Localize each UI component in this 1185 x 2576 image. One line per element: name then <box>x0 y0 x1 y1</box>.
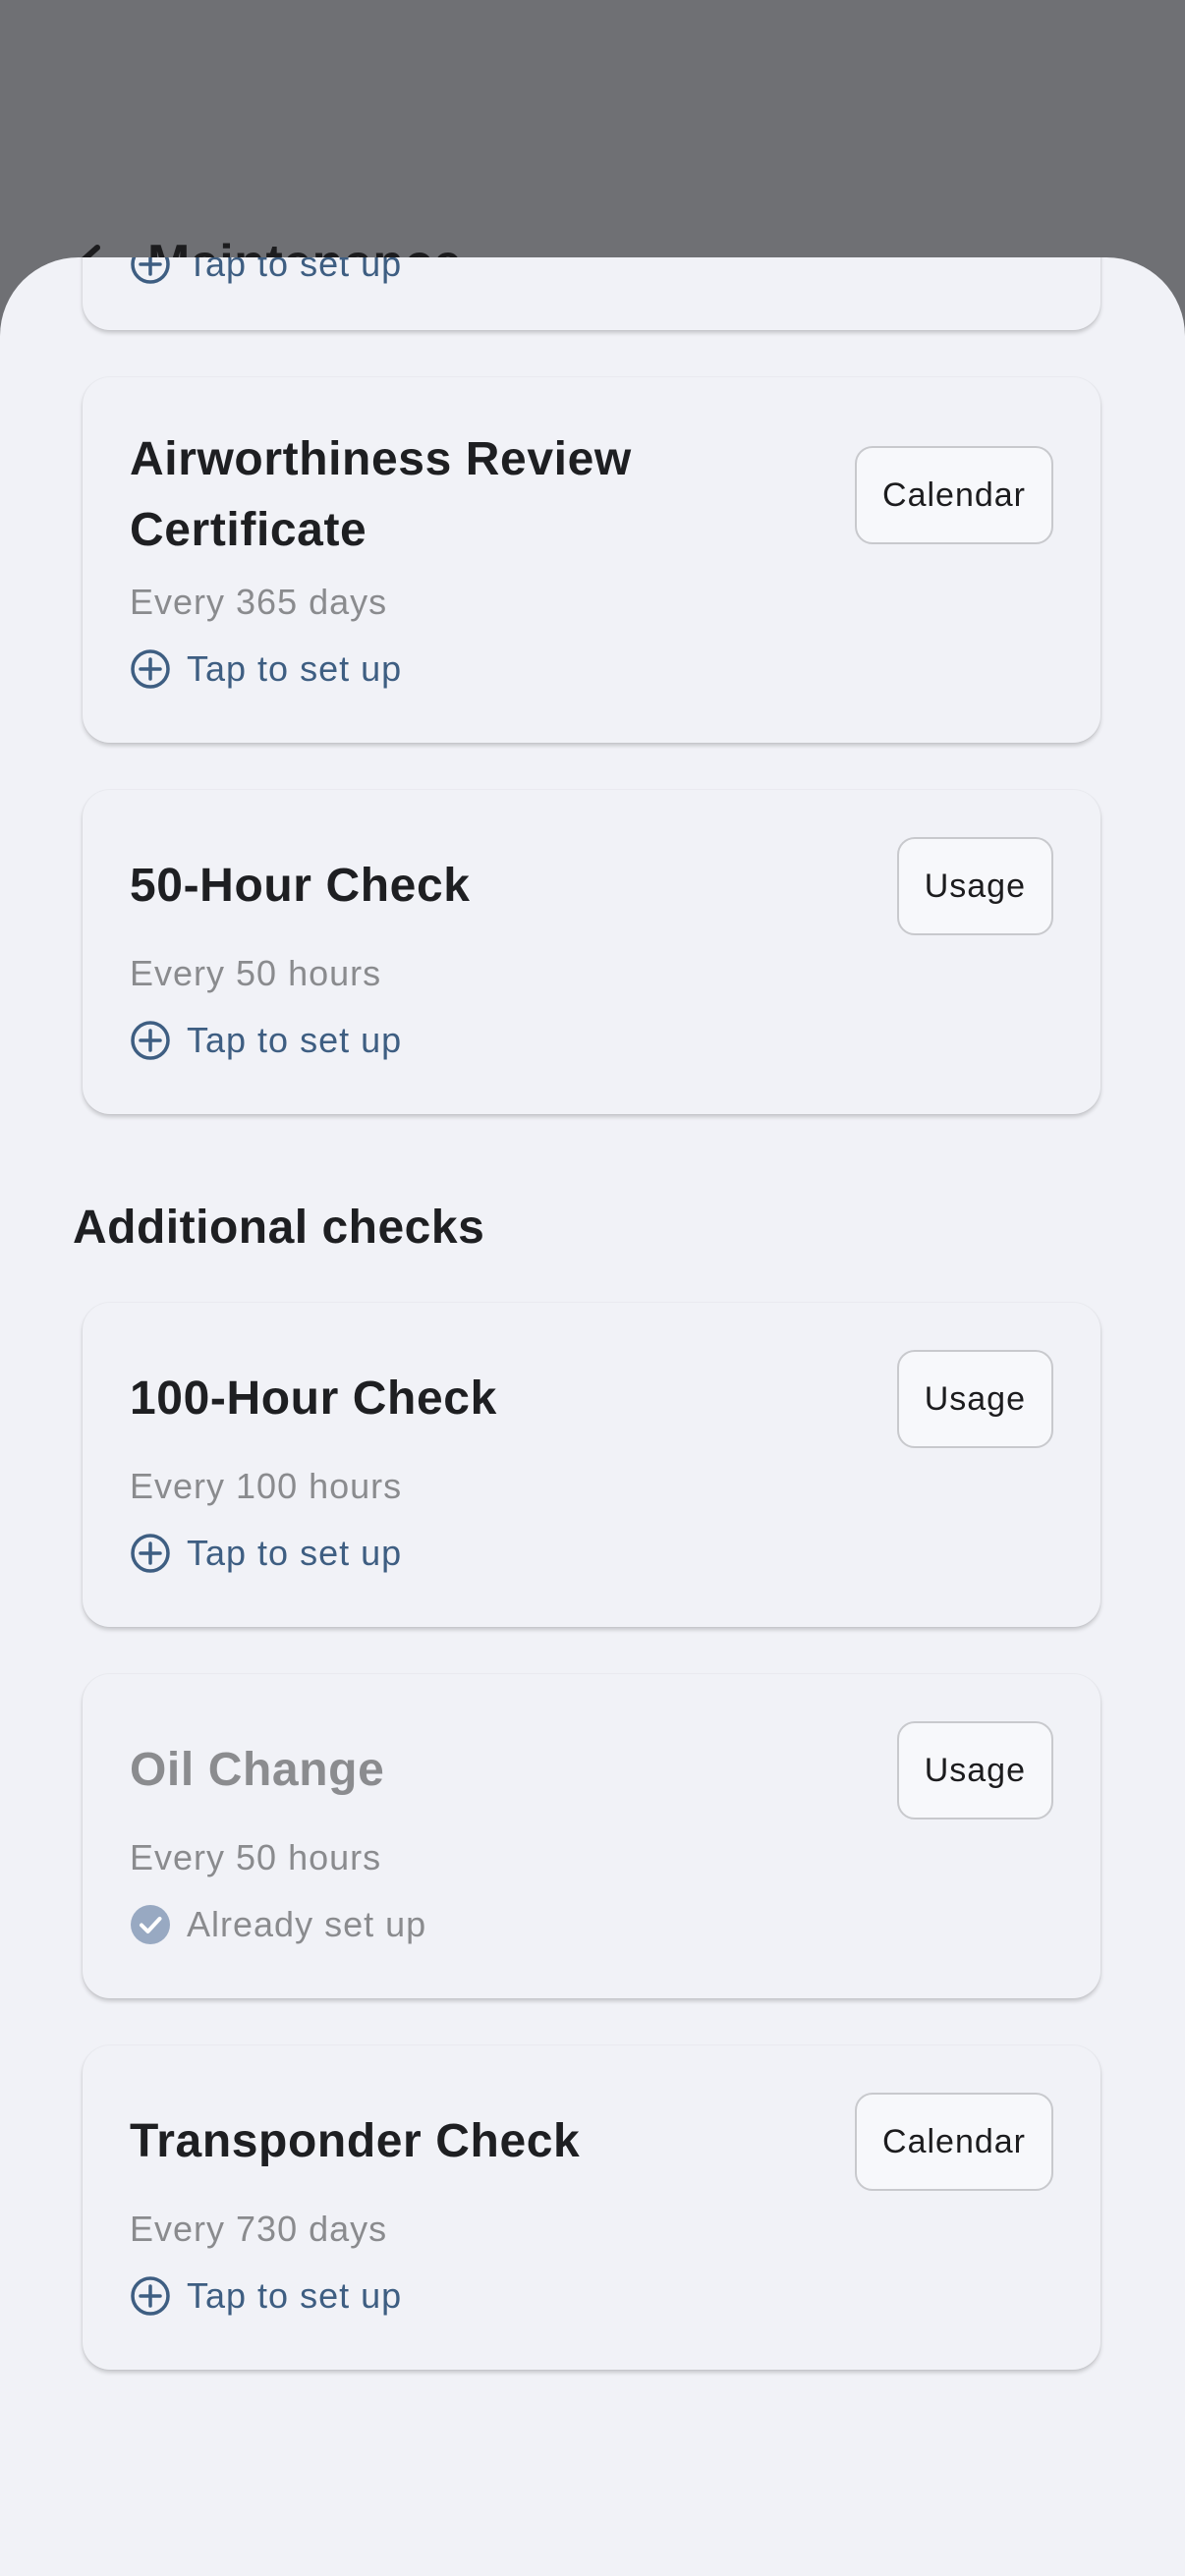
calendar-type-button[interactable]: Calendar <box>855 2093 1053 2191</box>
already-set-up-status: Already set up <box>130 1904 426 1945</box>
bottom-sheet: Tap to set up Airworthiness Review Certi… <box>0 257 1185 2576</box>
check-title: Oil Change <box>130 1744 385 1796</box>
check-interval: Every 50 hours <box>130 1837 382 1877</box>
check-card[interactable]: 50-Hour Check Usage Every 50 hours Tap t… <box>83 790 1100 1114</box>
setup-action[interactable]: Tap to set up <box>130 1533 402 1574</box>
setup-label: Tap to set up <box>187 257 403 284</box>
check-card[interactable]: Airworthiness Review Certificate Calenda… <box>83 377 1100 743</box>
setup-action[interactable]: Tap to set up <box>130 648 402 690</box>
check-title: Airworthiness Review Certificate <box>130 433 632 556</box>
check-title: 50-Hour Check <box>130 860 471 912</box>
usage-type-button[interactable]: Usage <box>896 1350 1053 1448</box>
check-title: 100-Hour Check <box>130 1372 497 1425</box>
check-circle-icon <box>130 1904 171 1945</box>
plus-circle-icon <box>130 257 171 285</box>
setup-label: Tap to set up <box>187 648 403 689</box>
check-interval: Every 730 days <box>130 2209 388 2249</box>
check-card-disabled: Oil Change Usage Every 50 hours Already … <box>83 1674 1100 1998</box>
status-label: Already set up <box>187 1904 427 1944</box>
setup-action[interactable]: Tap to set up <box>130 2275 402 2317</box>
plus-circle-icon <box>130 1020 171 1061</box>
setup-label: Tap to set up <box>187 1533 403 1573</box>
check-interval: Every 50 hours <box>130 953 382 993</box>
plus-circle-icon <box>130 648 171 690</box>
plus-circle-icon <box>130 1533 171 1574</box>
calendar-type-button[interactable]: Calendar <box>855 446 1053 544</box>
usage-type-button[interactable]: Usage <box>896 1721 1053 1820</box>
check-title: Transponder Check <box>130 2115 581 2167</box>
setup-action[interactable]: Tap to set up <box>130 257 402 285</box>
check-interval: Every 100 hours <box>130 1466 403 1506</box>
plus-circle-icon <box>130 2275 171 2317</box>
setup-label: Tap to set up <box>187 2275 403 2316</box>
section-heading-additional: Additional checks <box>73 1202 485 1254</box>
check-interval: Every 365 days <box>130 582 388 622</box>
setup-label: Tap to set up <box>187 1020 403 1060</box>
usage-type-button[interactable]: Usage <box>896 837 1053 935</box>
partial-check-card[interactable]: Tap to set up <box>83 257 1100 330</box>
check-card[interactable]: Transponder Check Calendar Every 730 day… <box>83 2045 1100 2370</box>
setup-action[interactable]: Tap to set up <box>130 1020 402 1061</box>
check-card[interactable]: 100-Hour Check Usage Every 100 hours Tap… <box>83 1303 1100 1627</box>
